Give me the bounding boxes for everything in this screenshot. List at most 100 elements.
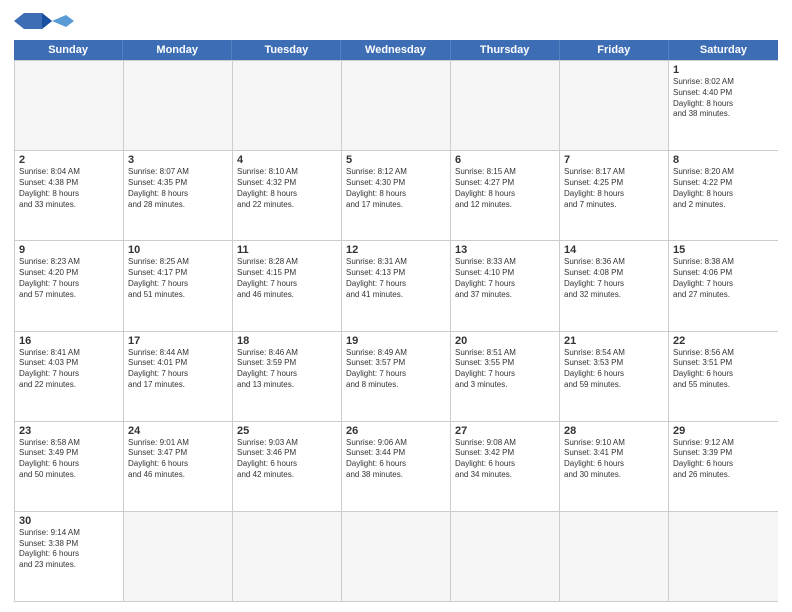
calendar-cell: [342, 512, 451, 601]
calendar-cell: [451, 61, 560, 150]
day-info: Sunrise: 8:28 AM Sunset: 4:15 PM Dayligh…: [237, 257, 337, 300]
day-info: Sunrise: 8:20 AM Sunset: 4:22 PM Dayligh…: [673, 167, 774, 210]
day-info: Sunrise: 8:56 AM Sunset: 3:51 PM Dayligh…: [673, 348, 774, 391]
day-number: 9: [19, 244, 119, 256]
day-number: 29: [673, 425, 774, 437]
calendar-cell: 8Sunrise: 8:20 AM Sunset: 4:22 PM Daylig…: [669, 151, 778, 240]
calendar-cell: 1Sunrise: 8:02 AM Sunset: 4:40 PM Daylig…: [669, 61, 778, 150]
calendar-cell: 27Sunrise: 9:08 AM Sunset: 3:42 PM Dayli…: [451, 422, 560, 511]
calendar-cell: [342, 61, 451, 150]
day-info: Sunrise: 8:44 AM Sunset: 4:01 PM Dayligh…: [128, 348, 228, 391]
calendar-cell: 6Sunrise: 8:15 AM Sunset: 4:27 PM Daylig…: [451, 151, 560, 240]
day-number: 19: [346, 335, 446, 347]
day-number: 22: [673, 335, 774, 347]
calendar-header: SundayMondayTuesdayWednesdayThursdayFrid…: [14, 40, 778, 60]
day-info: Sunrise: 9:10 AM Sunset: 3:41 PM Dayligh…: [564, 438, 664, 481]
calendar-row: 23Sunrise: 8:58 AM Sunset: 3:49 PM Dayli…: [15, 421, 778, 511]
day-number: 4: [237, 154, 337, 166]
day-number: 7: [564, 154, 664, 166]
day-info: Sunrise: 8:51 AM Sunset: 3:55 PM Dayligh…: [455, 348, 555, 391]
day-info: Sunrise: 8:58 AM Sunset: 3:49 PM Dayligh…: [19, 438, 119, 481]
weekday-header: Friday: [560, 40, 669, 60]
calendar-cell: [124, 61, 233, 150]
calendar-cell: [15, 61, 124, 150]
page-header: [14, 10, 778, 34]
day-number: 18: [237, 335, 337, 347]
day-info: Sunrise: 8:02 AM Sunset: 4:40 PM Dayligh…: [673, 77, 774, 120]
day-number: 16: [19, 335, 119, 347]
calendar-cell: [233, 512, 342, 601]
weekday-header: Sunday: [14, 40, 123, 60]
day-info: Sunrise: 8:41 AM Sunset: 4:03 PM Dayligh…: [19, 348, 119, 391]
day-number: 5: [346, 154, 446, 166]
day-info: Sunrise: 8:17 AM Sunset: 4:25 PM Dayligh…: [564, 167, 664, 210]
day-info: Sunrise: 9:08 AM Sunset: 3:42 PM Dayligh…: [455, 438, 555, 481]
day-number: 24: [128, 425, 228, 437]
calendar-cell: 12Sunrise: 8:31 AM Sunset: 4:13 PM Dayli…: [342, 241, 451, 330]
calendar-cell: 29Sunrise: 9:12 AM Sunset: 3:39 PM Dayli…: [669, 422, 778, 511]
day-info: Sunrise: 9:12 AM Sunset: 3:39 PM Dayligh…: [673, 438, 774, 481]
calendar-body: 1Sunrise: 8:02 AM Sunset: 4:40 PM Daylig…: [14, 60, 778, 602]
day-info: Sunrise: 8:12 AM Sunset: 4:30 PM Dayligh…: [346, 167, 446, 210]
calendar-cell: 25Sunrise: 9:03 AM Sunset: 3:46 PM Dayli…: [233, 422, 342, 511]
calendar-cell: 5Sunrise: 8:12 AM Sunset: 4:30 PM Daylig…: [342, 151, 451, 240]
day-number: 1: [673, 64, 774, 76]
day-info: Sunrise: 8:10 AM Sunset: 4:32 PM Dayligh…: [237, 167, 337, 210]
day-info: Sunrise: 8:49 AM Sunset: 3:57 PM Dayligh…: [346, 348, 446, 391]
logo: [14, 10, 74, 34]
calendar-row: 30Sunrise: 9:14 AM Sunset: 3:38 PM Dayli…: [15, 511, 778, 601]
day-info: Sunrise: 9:03 AM Sunset: 3:46 PM Dayligh…: [237, 438, 337, 481]
day-number: 14: [564, 244, 664, 256]
calendar-cell: 24Sunrise: 9:01 AM Sunset: 3:47 PM Dayli…: [124, 422, 233, 511]
weekday-header: Tuesday: [232, 40, 341, 60]
calendar-cell: 20Sunrise: 8:51 AM Sunset: 3:55 PM Dayli…: [451, 332, 560, 421]
day-info: Sunrise: 8:15 AM Sunset: 4:27 PM Dayligh…: [455, 167, 555, 210]
calendar-cell: 9Sunrise: 8:23 AM Sunset: 4:20 PM Daylig…: [15, 241, 124, 330]
calendar-cell: 4Sunrise: 8:10 AM Sunset: 4:32 PM Daylig…: [233, 151, 342, 240]
calendar-row: 9Sunrise: 8:23 AM Sunset: 4:20 PM Daylig…: [15, 240, 778, 330]
day-number: 25: [237, 425, 337, 437]
day-number: 11: [237, 244, 337, 256]
day-info: Sunrise: 8:36 AM Sunset: 4:08 PM Dayligh…: [564, 257, 664, 300]
calendar-cell: 16Sunrise: 8:41 AM Sunset: 4:03 PM Dayli…: [15, 332, 124, 421]
day-info: Sunrise: 8:07 AM Sunset: 4:35 PM Dayligh…: [128, 167, 228, 210]
day-number: 3: [128, 154, 228, 166]
calendar-row: 16Sunrise: 8:41 AM Sunset: 4:03 PM Dayli…: [15, 331, 778, 421]
calendar-cell: 2Sunrise: 8:04 AM Sunset: 4:38 PM Daylig…: [15, 151, 124, 240]
calendar-cell: 3Sunrise: 8:07 AM Sunset: 4:35 PM Daylig…: [124, 151, 233, 240]
logo-icon: [14, 11, 74, 29]
calendar-cell: 21Sunrise: 8:54 AM Sunset: 3:53 PM Dayli…: [560, 332, 669, 421]
calendar-cell: [669, 512, 778, 601]
calendar-cell: 19Sunrise: 8:49 AM Sunset: 3:57 PM Dayli…: [342, 332, 451, 421]
day-number: 17: [128, 335, 228, 347]
day-number: 12: [346, 244, 446, 256]
day-number: 28: [564, 425, 664, 437]
weekday-header: Saturday: [669, 40, 778, 60]
day-number: 21: [564, 335, 664, 347]
day-info: Sunrise: 8:23 AM Sunset: 4:20 PM Dayligh…: [19, 257, 119, 300]
weekday-header: Thursday: [451, 40, 560, 60]
calendar-cell: [233, 61, 342, 150]
day-info: Sunrise: 8:33 AM Sunset: 4:10 PM Dayligh…: [455, 257, 555, 300]
calendar-cell: [124, 512, 233, 601]
weekday-header: Wednesday: [341, 40, 450, 60]
weekday-header: Monday: [123, 40, 232, 60]
calendar: SundayMondayTuesdayWednesdayThursdayFrid…: [14, 40, 778, 602]
day-info: Sunrise: 9:14 AM Sunset: 3:38 PM Dayligh…: [19, 528, 119, 571]
calendar-cell: 13Sunrise: 8:33 AM Sunset: 4:10 PM Dayli…: [451, 241, 560, 330]
day-number: 26: [346, 425, 446, 437]
calendar-row: 1Sunrise: 8:02 AM Sunset: 4:40 PM Daylig…: [15, 60, 778, 150]
calendar-cell: 11Sunrise: 8:28 AM Sunset: 4:15 PM Dayli…: [233, 241, 342, 330]
day-number: 8: [673, 154, 774, 166]
day-info: Sunrise: 8:25 AM Sunset: 4:17 PM Dayligh…: [128, 257, 228, 300]
calendar-cell: 30Sunrise: 9:14 AM Sunset: 3:38 PM Dayli…: [15, 512, 124, 601]
day-info: Sunrise: 8:46 AM Sunset: 3:59 PM Dayligh…: [237, 348, 337, 391]
calendar-cell: 7Sunrise: 8:17 AM Sunset: 4:25 PM Daylig…: [560, 151, 669, 240]
day-number: 13: [455, 244, 555, 256]
day-info: Sunrise: 9:01 AM Sunset: 3:47 PM Dayligh…: [128, 438, 228, 481]
calendar-cell: 17Sunrise: 8:44 AM Sunset: 4:01 PM Dayli…: [124, 332, 233, 421]
day-number: 15: [673, 244, 774, 256]
day-number: 23: [19, 425, 119, 437]
day-info: Sunrise: 9:06 AM Sunset: 3:44 PM Dayligh…: [346, 438, 446, 481]
calendar-row: 2Sunrise: 8:04 AM Sunset: 4:38 PM Daylig…: [15, 150, 778, 240]
